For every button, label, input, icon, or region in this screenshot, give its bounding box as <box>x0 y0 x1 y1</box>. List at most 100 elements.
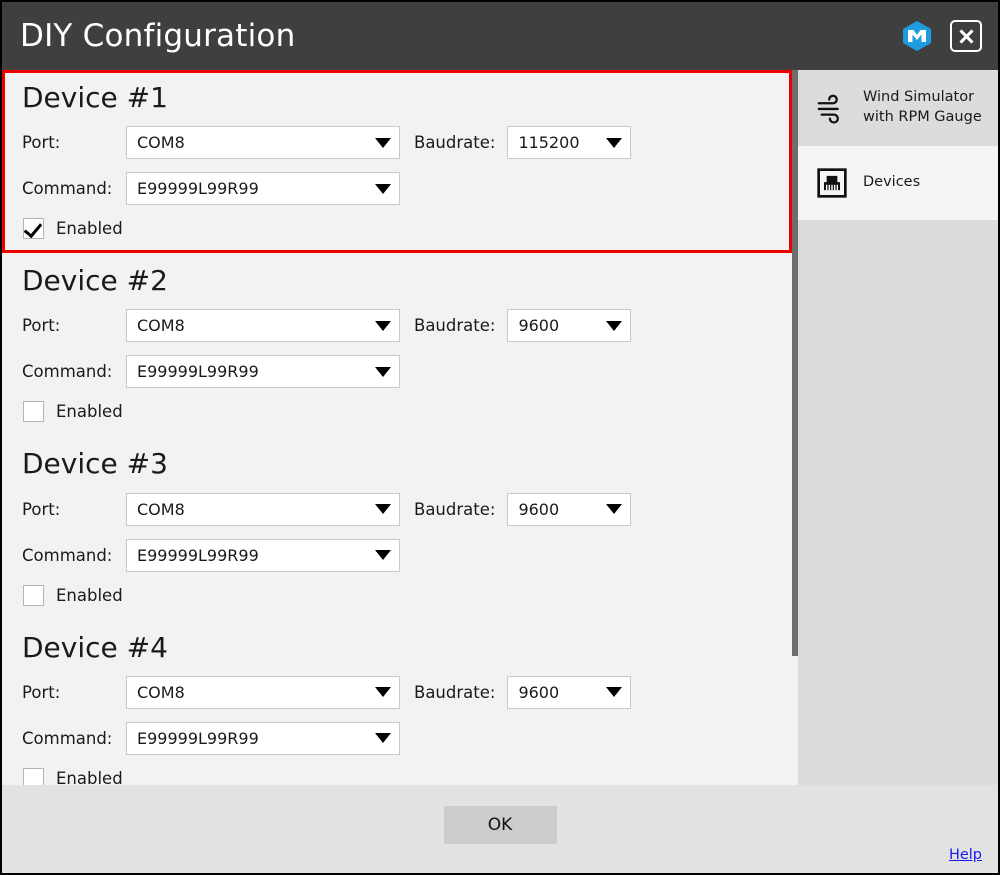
chevron-down-icon <box>606 320 623 331</box>
command-select[interactable]: E99999L99R99 <box>126 172 400 206</box>
command-value: E99999L99R99 <box>137 545 259 565</box>
command-row: Command: E99999L99R99 <box>22 172 774 206</box>
command-row: Command: E99999L99R99 <box>22 355 774 389</box>
titlebar: DIY Configuration <box>2 2 998 70</box>
enabled-row: Enabled <box>22 218 774 240</box>
port-label: Port: <box>22 499 61 519</box>
chevron-down-icon <box>375 137 391 148</box>
titlebar-icons <box>900 19 982 53</box>
enabled-checkbox[interactable] <box>23 767 44 785</box>
chevron-down-icon <box>375 320 391 331</box>
sidebar-label-line1: Wind Simulator <box>863 89 975 106</box>
enabled-label: Enabled <box>56 768 123 785</box>
sidebar-filler <box>798 220 998 785</box>
enabled-label: Enabled <box>56 585 123 605</box>
wind-icon <box>814 90 850 126</box>
port-value: COM8 <box>137 499 185 519</box>
sidebar-item-label: Wind Simulator with RPM Gauge <box>863 88 982 127</box>
baudrate-label: Baudrate: <box>414 682 496 702</box>
command-value: E99999L99R99 <box>137 362 259 382</box>
baudrate-value: 115200 <box>518 133 580 153</box>
enabled-row: Enabled <box>22 584 774 606</box>
ok-button[interactable]: OK <box>443 806 557 844</box>
sidebar: Wind Simulator with RPM Gauge Devices <box>798 70 998 785</box>
enabled-checkbox[interactable] <box>23 584 44 606</box>
device-title: Device #4 <box>22 630 168 664</box>
baudrate-select[interactable]: 9600 <box>507 309 632 343</box>
command-label: Command: <box>22 545 113 565</box>
port-label: Port: <box>22 316 61 336</box>
sidebar-item-devices[interactable]: Devices <box>798 146 998 220</box>
command-value: E99999L99R99 <box>137 179 259 199</box>
diy-configuration-window: DIY Configuration Device #1 Port: COM8 B… <box>0 0 1000 875</box>
port-baud-row: Port: COM8 Baudrate: 9600 <box>22 675 774 709</box>
enabled-row: Enabled <box>22 767 774 785</box>
baudrate-select[interactable]: 9600 <box>507 675 632 709</box>
baudrate-value: 9600 <box>518 499 560 519</box>
devices-scroll-pane: Device #1 Port: COM8 Baudrate: 115200 Co… <box>2 70 798 785</box>
enabled-row: Enabled <box>22 401 774 423</box>
chevron-down-icon <box>375 504 391 515</box>
chevron-down-icon <box>606 687 623 698</box>
port-select[interactable]: COM8 <box>126 675 400 709</box>
chevron-down-icon <box>375 183 391 194</box>
device-card-4: Device #4 Port: COM8 Baudrate: 9600 Comm… <box>2 620 792 785</box>
help-link[interactable]: Help <box>949 847 982 863</box>
command-label: Command: <box>22 362 113 382</box>
chevron-down-icon <box>375 687 391 698</box>
port-select[interactable]: COM8 <box>126 492 400 526</box>
device-card-3: Device #3 Port: COM8 Baudrate: 9600 Comm… <box>2 436 792 619</box>
chevron-down-icon <box>375 733 391 744</box>
sidebar-item-label: Devices <box>863 174 921 191</box>
port-baud-row: Port: COM8 Baudrate: 9600 <box>22 309 774 343</box>
window-title: DIY Configuration <box>20 17 296 54</box>
chevron-down-icon <box>606 137 623 148</box>
device-title: Device #1 <box>22 81 168 114</box>
command-select[interactable]: E99999L99R99 <box>126 538 400 572</box>
port-baud-row: Port: COM8 Baudrate: 9600 <box>22 492 774 526</box>
port-label: Port: <box>22 133 61 153</box>
sidebar-item-wind-simulator[interactable]: Wind Simulator with RPM Gauge <box>798 70 998 146</box>
enabled-label: Enabled <box>56 219 123 239</box>
hexagon-m-logo-icon <box>900 19 934 53</box>
baudrate-label: Baudrate: <box>414 499 496 519</box>
close-icon[interactable] <box>950 20 982 52</box>
scrollbar-track[interactable] <box>792 70 798 785</box>
scrollbar-thumb[interactable] <box>792 70 798 656</box>
device-card-1: Device #1 Port: COM8 Baudrate: 115200 Co… <box>2 70 792 254</box>
command-row: Command: E99999L99R99 <box>22 721 774 755</box>
chevron-down-icon <box>606 504 623 515</box>
command-label: Command: <box>22 179 113 199</box>
enabled-checkbox[interactable] <box>23 401 44 423</box>
baudrate-label: Baudrate: <box>414 133 496 153</box>
port-select[interactable]: COM8 <box>126 309 400 343</box>
chevron-down-icon <box>375 550 391 561</box>
body-area: Device #1 Port: COM8 Baudrate: 115200 Co… <box>2 70 998 785</box>
device-title: Device #2 <box>22 264 168 298</box>
device-title: Device #3 <box>22 447 168 481</box>
enabled-checkbox[interactable] <box>23 218 44 240</box>
baudrate-select[interactable]: 9600 <box>507 492 632 526</box>
port-baud-row: Port: COM8 Baudrate: 115200 <box>22 126 774 160</box>
sidebar-label-line2: with RPM Gauge <box>863 109 982 125</box>
enabled-label: Enabled <box>56 402 123 422</box>
port-value: COM8 <box>137 133 185 153</box>
command-select[interactable]: E99999L99R99 <box>126 355 400 389</box>
baudrate-select[interactable]: 115200 <box>507 126 632 160</box>
ethernet-port-icon <box>814 165 850 201</box>
chevron-down-icon <box>375 366 391 377</box>
footer: OK Help <box>2 785 998 873</box>
baudrate-label: Baudrate: <box>414 316 496 336</box>
command-select[interactable]: E99999L99R99 <box>126 721 400 755</box>
command-value: E99999L99R99 <box>137 728 259 748</box>
port-select[interactable]: COM8 <box>126 126 400 160</box>
command-label: Command: <box>22 728 113 748</box>
device-card-2: Device #2 Port: COM8 Baudrate: 9600 Comm… <box>2 253 792 436</box>
baudrate-value: 9600 <box>518 682 560 702</box>
port-label: Port: <box>22 682 61 702</box>
port-value: COM8 <box>137 316 185 336</box>
devices-list: Device #1 Port: COM8 Baudrate: 115200 Co… <box>2 70 792 785</box>
port-value: COM8 <box>137 682 185 702</box>
baudrate-value: 9600 <box>518 316 560 336</box>
command-row: Command: E99999L99R99 <box>22 538 774 572</box>
